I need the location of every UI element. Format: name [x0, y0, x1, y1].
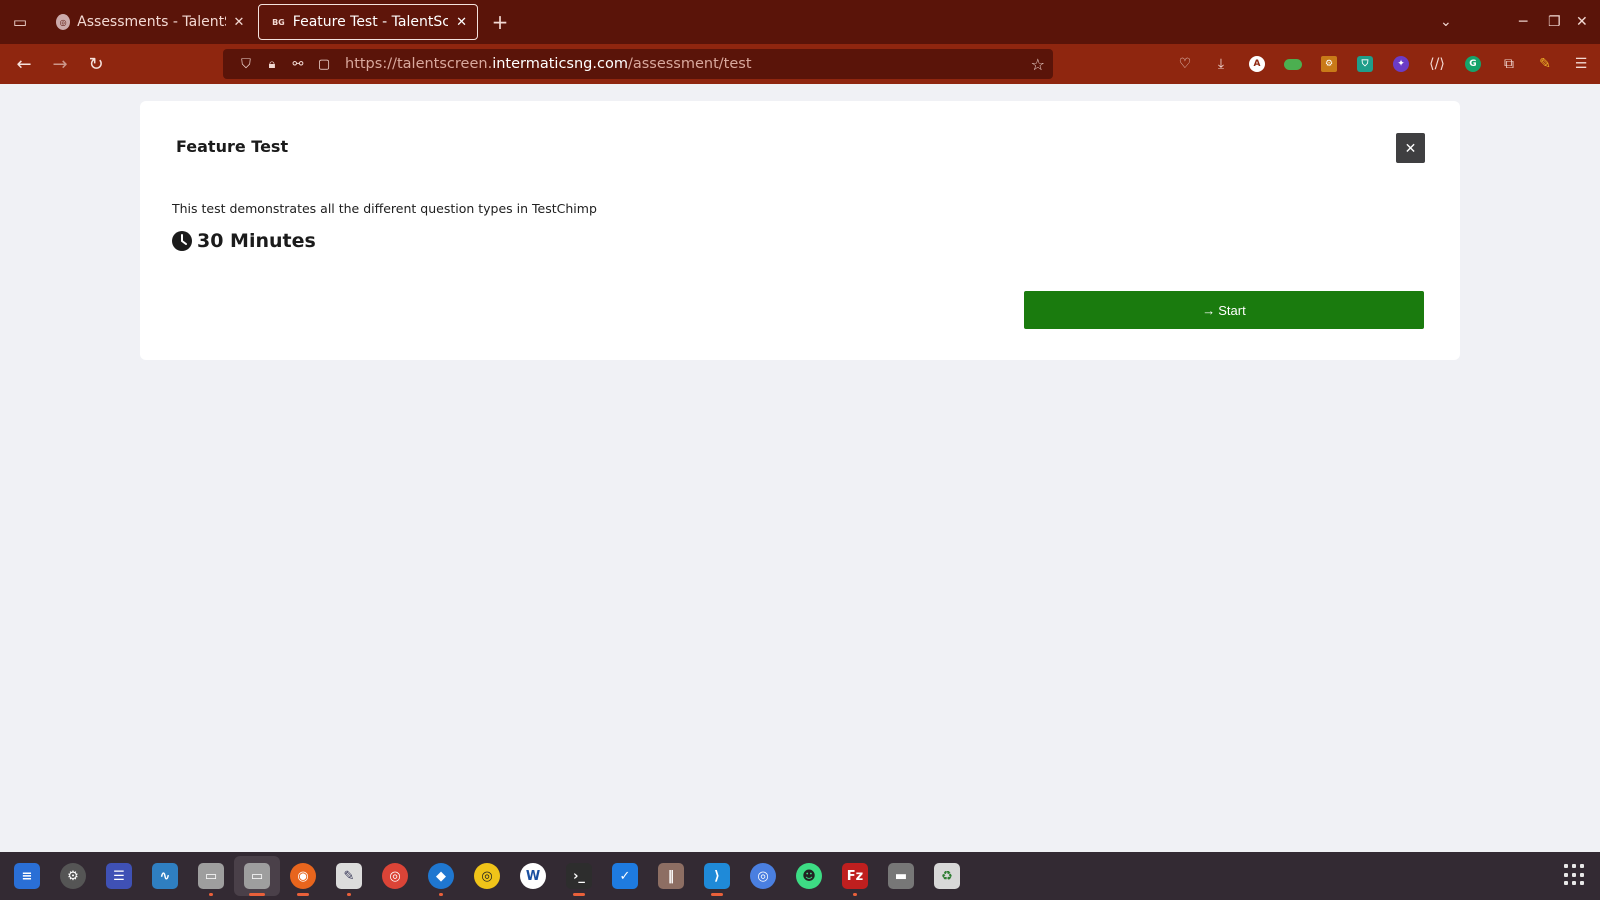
wps-icon[interactable]: W [510, 856, 556, 896]
menu-icon[interactable]: ☰ [1563, 49, 1599, 79]
assessment-card: Feature Test ✕ This test demonstrates al… [140, 101, 1460, 360]
firefox-icon[interactable]: ◉ [280, 856, 326, 896]
close-tab-icon[interactable]: ✕ [454, 15, 469, 30]
thunderbird-icon[interactable]: ◆ [418, 856, 464, 896]
url-text[interactable]: https://talentscreen.intermaticsng.com/a… [345, 56, 752, 72]
close-tab-icon[interactable]: ✕ [232, 15, 246, 30]
start-button[interactable]: → Start [1024, 291, 1424, 329]
filezilla-icon[interactable]: Fz [832, 856, 878, 896]
shield-icon[interactable]: ⛉ [233, 57, 259, 72]
code-icon[interactable]: ⟨/⟩ [1419, 49, 1455, 79]
minimize-icon[interactable]: ─ [1519, 0, 1527, 44]
tab-assessments[interactable]: ◎ Assessments - TalentScreen ✕ [44, 4, 254, 40]
extensions-toolbar: ♡ ⤓ A ⚙ ⛉ ✦ ⟨/⟩ G ⧉ ✎ ☰ [1167, 44, 1599, 84]
tab-list-icon[interactable]: ▭ [0, 0, 40, 44]
settings-icon[interactable]: ⚙ [50, 856, 96, 896]
account-icon[interactable]: A [1239, 49, 1275, 79]
taskbar: ≡ ⚙ ☰ ∿ ▭ ▭ ◉ ✎ ◎ ◆ ◎ W ›_ ✓ ‖ ⟩ ◎ ☻ Fz … [0, 852, 1600, 900]
puzzle-color-icon[interactable]: ✦ [1383, 49, 1419, 79]
url-bar[interactable]: ⛉ 🔒︎ ⚯ ▢ https://talentscreen.intermatic… [223, 49, 1053, 79]
close-button[interactable]: ✕ [1396, 133, 1425, 163]
download-icon[interactable]: ⤓ [1203, 49, 1239, 79]
close-window-icon[interactable]: ✕ [1576, 0, 1588, 44]
tab-overflow-icon[interactable]: ⌄ [1440, 0, 1452, 44]
tab-favicon-icon: ◎ [56, 14, 71, 30]
tab-title: Feature Test - TalentScreen [292, 14, 449, 30]
back-icon[interactable]: ← [6, 46, 42, 82]
pocket-icon[interactable]: ♡ [1167, 49, 1203, 79]
camera-icon[interactable]: ▢ [311, 57, 337, 72]
app-grid-icon[interactable] [1564, 864, 1586, 886]
test-description: This test demonstrates all the different… [172, 201, 597, 216]
text-editor-icon[interactable]: ✎ [326, 856, 372, 896]
android-icon[interactable]: ☻ [786, 856, 832, 896]
restore-icon[interactable]: ❐ [1548, 0, 1561, 44]
pen-icon[interactable]: ✎ [1527, 49, 1563, 79]
new-tab-icon[interactable]: + [488, 10, 512, 34]
duration-label: 30 Minutes [197, 230, 316, 252]
files-active-icon[interactable]: ▭ [234, 856, 280, 896]
arrow-right-icon: → [1202, 302, 1216, 318]
monitor-icon[interactable]: ∿ [142, 856, 188, 896]
gear-icon[interactable]: ⚙ [1311, 49, 1347, 79]
lock-icon[interactable]: 🔒︎ [259, 57, 285, 72]
docs-icon[interactable]: ≡ [4, 856, 50, 896]
tab-favicon-icon: BG [272, 17, 285, 27]
grammarly-icon[interactable]: G [1455, 49, 1491, 79]
page-title: Feature Test [176, 137, 289, 156]
terminal-icon[interactable]: ›_ [556, 856, 602, 896]
bookmark-star-icon[interactable]: ☆ [1031, 55, 1045, 74]
clock-icon [172, 231, 192, 251]
tasks-icon[interactable]: ✓ [602, 856, 648, 896]
tab-feature-test[interactable]: BG Feature Test - TalentScreen ✕ [258, 4, 478, 40]
nav-bar: ← → ↻ ⛉ 🔒︎ ⚯ ▢ https://talentscreen.inte… [0, 44, 1600, 84]
trash-icon[interactable]: ♻ [924, 856, 970, 896]
extensions-icon[interactable]: ⧉ [1491, 49, 1527, 79]
toggle-icon[interactable] [1275, 49, 1311, 79]
permissions-icon[interactable]: ⚯ [285, 57, 311, 72]
rhythmbox-icon[interactable]: ◎ [464, 856, 510, 896]
forward-icon[interactable]: → [42, 46, 78, 82]
chrome-icon[interactable]: ◎ [372, 856, 418, 896]
tab-bar: ▭ ◎ Assessments - TalentScreen ✕ BG Feat… [0, 0, 1600, 44]
test-duration: 30 Minutes [172, 230, 316, 252]
shield-ext-icon[interactable]: ⛉ [1347, 49, 1383, 79]
library-icon[interactable]: ‖ [648, 856, 694, 896]
drive-icon[interactable]: ▬ [878, 856, 924, 896]
reload-icon[interactable]: ↻ [78, 46, 114, 82]
vscode-icon[interactable]: ⟩ [694, 856, 740, 896]
writer-icon[interactable]: ☰ [96, 856, 142, 896]
chromium-icon[interactable]: ◎ [740, 856, 786, 896]
start-label: Start [1218, 302, 1246, 318]
tab-title: Assessments - TalentScreen [77, 14, 226, 30]
files-icon[interactable]: ▭ [188, 856, 234, 896]
